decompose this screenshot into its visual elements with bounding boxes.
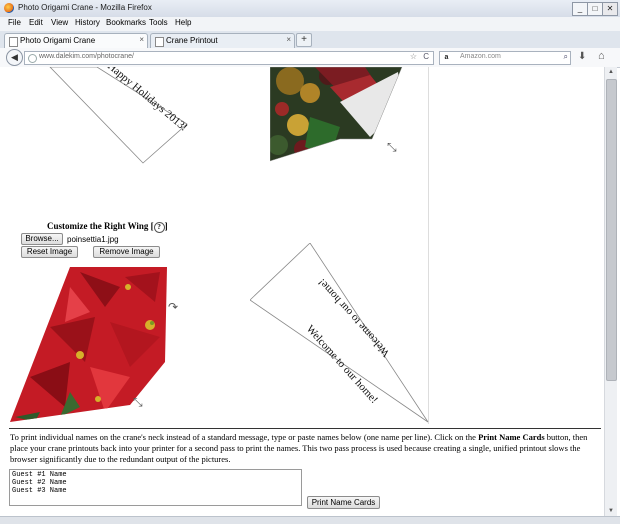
window-title: Photo Origami Crane - Mozilla Firefox [18,3,152,12]
help-icon[interactable]: ? [153,222,165,233]
scroll-up-arrow-icon[interactable]: ▲ [605,67,617,77]
amazon-icon[interactable]: a [442,53,451,62]
new-tab-button[interactable]: + [296,33,312,47]
reset-image-button[interactable]: Reset Image [21,246,78,258]
customize-wing-heading: Customize the Right Wing [?] [47,221,168,233]
menu-tools[interactable]: Tools [147,18,170,27]
back-button[interactable]: ◀ [6,49,23,66]
menu-help[interactable]: Help [173,18,193,27]
window-titlebar: Photo Origami Crane - Mozilla Firefox _ … [0,0,620,18]
menu-bookmarks[interactable]: Bookmarks [104,18,148,27]
neck-tile-happy-holidays[interactable]: Happy Holidays 2013! [45,67,190,167]
customize-wing-heading-text: Customize the Right Wing [ [47,221,154,231]
menu-history[interactable]: History [73,18,102,27]
guest-names-textarea[interactable]: Guest #1 Name Guest #2 Name Guest #3 Nam… [9,469,302,506]
tab-label: Photo Origami Crane [20,36,96,45]
tab-label: Crane Printout [166,36,218,45]
scroll-down-arrow-icon[interactable]: ▼ [605,506,617,516]
download-icon[interactable]: ⬇ [578,51,586,62]
poinsettia-wing-tile[interactable] [10,267,170,425]
search-bar[interactable]: a Amazon.com ⌕ [439,51,571,65]
close-window-button[interactable]: ✕ [602,2,618,16]
menu-bar: File Edit View History Bookmarks Tools H… [0,17,620,31]
page-icon [155,37,164,47]
rotate-icon[interactable]: ↷ [168,300,178,314]
reload-icon[interactable]: C [423,52,429,61]
section-divider [9,428,601,429]
instructions-text: To print individual names on the crane's… [10,432,600,465]
remove-image-button[interactable]: Remove Image [93,246,160,258]
search-input[interactable]: Amazon.com [460,53,501,60]
browse-button[interactable]: Browse... [21,233,63,245]
vertical-scrollbar[interactable]: ▲ ▼ [604,67,617,516]
bookmark-star-icon[interactable]: ☆ [410,52,417,61]
resize-grip-icon[interactable]: ⤡ [387,140,397,155]
print-name-cards-button[interactable]: Print Name Cards [307,496,380,509]
close-tab-icon[interactable]: × [286,35,291,44]
scrollbar-thumb[interactable] [606,79,617,381]
instructions-part-1: To print individual names on the crane's… [10,432,479,442]
filename-label: poinsettia1.jpg [67,235,119,244]
url-text[interactable]: www.dalekim.com/photocrane/ [39,53,134,60]
menu-file[interactable]: File [6,18,23,27]
minimize-button[interactable]: _ [572,2,588,16]
globe-icon [28,54,37,63]
page-icon [9,37,18,47]
url-bar[interactable]: www.dalekim.com/photocrane/ ☆ C [24,51,434,65]
neck-tile-welcome[interactable]: Welcome to our home! Welcome to our home… [250,243,430,425]
search-icon[interactable]: ⌕ [564,52,568,62]
menu-view[interactable]: View [49,18,70,27]
home-icon[interactable]: ⌂ [598,50,605,62]
heading-bracket: ] [164,221,168,231]
tab-crane-printout[interactable]: Crane Printout × [150,33,295,48]
tab-photo-origami-crane[interactable]: Photo Origami Crane × [4,33,148,48]
close-tab-icon[interactable]: × [139,35,144,44]
maximize-button[interactable]: □ [587,2,603,16]
menu-edit[interactable]: Edit [27,18,45,27]
page-content: Happy Holidays 2013! ⤡ Customize the Rig… [0,67,604,516]
holiday-photo-tile[interactable] [270,67,404,162]
resize-grip-icon[interactable]: ⤡ [133,395,143,410]
instructions-bold: Print Name Cards [478,432,545,442]
firefox-icon [4,3,14,13]
